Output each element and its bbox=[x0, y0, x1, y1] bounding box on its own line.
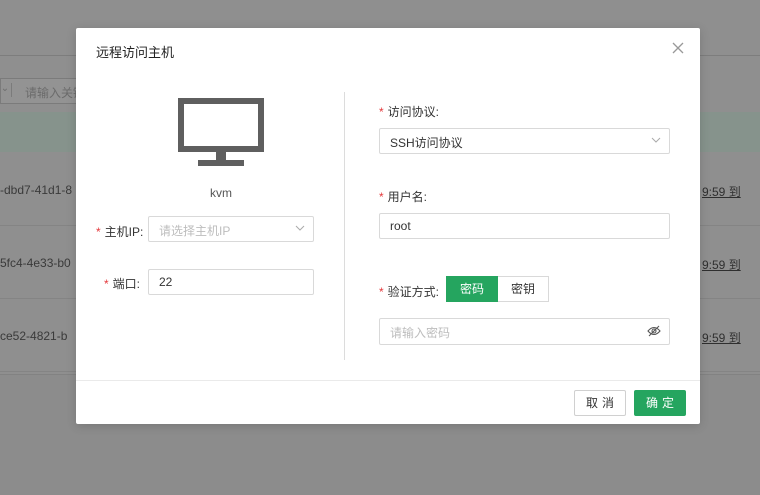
auth-method-toggle: 密码 密钥 bbox=[446, 276, 550, 302]
username-value: root bbox=[390, 219, 411, 233]
port-label: * 端口: bbox=[104, 277, 141, 291]
password-placeholder: 请输入密码 bbox=[390, 326, 451, 340]
row-time: 9:59 到 bbox=[702, 331, 741, 345]
close-icon[interactable] bbox=[670, 40, 686, 56]
remote-access-dialog: 远程访问主机 kvm * 主机IP: 请选择主机IP * 端口: 22 * 访问协议:… bbox=[76, 28, 700, 424]
column-divider bbox=[344, 92, 345, 360]
eye-off-icon[interactable] bbox=[647, 325, 661, 337]
row-id: 5fc4-4e33-b0 bbox=[0, 256, 71, 270]
cancel-button[interactable]: 取消 bbox=[574, 390, 626, 416]
dialog-title: 远程访问主机 bbox=[96, 45, 175, 60]
port-value: 22 bbox=[159, 275, 173, 289]
monitor-icon bbox=[178, 98, 264, 170]
footer-divider bbox=[76, 380, 700, 381]
chevron-down-icon: ⌄ bbox=[0, 83, 12, 97]
dialog-header: 远程访问主机 bbox=[76, 28, 700, 70]
required-mark: * bbox=[96, 225, 101, 239]
required-mark: * bbox=[379, 190, 384, 204]
row-id: -dbd7-41d1-8 bbox=[0, 183, 73, 197]
protocol-value: SSH访问协议 bbox=[390, 136, 463, 150]
chevron-down-icon bbox=[651, 134, 661, 144]
row-time: 9:59 到 bbox=[702, 185, 741, 199]
host-ip-placeholder: 请选择主机IP bbox=[159, 224, 231, 238]
required-mark: * bbox=[379, 285, 384, 299]
required-mark: * bbox=[104, 277, 109, 291]
host-name: kvm bbox=[210, 186, 232, 200]
auth-password-option[interactable]: 密码 bbox=[446, 276, 499, 302]
row-time: 9:59 到 bbox=[702, 258, 741, 272]
confirm-button[interactable]: 确定 bbox=[634, 390, 686, 416]
row-id: ce52-4821-b bbox=[0, 329, 68, 343]
password-input[interactable]: 请输入密码 bbox=[379, 318, 670, 345]
username-label: * 用户名: bbox=[379, 190, 428, 204]
port-input[interactable]: 22 bbox=[148, 269, 314, 295]
required-mark: * bbox=[379, 105, 384, 119]
host-ip-select[interactable]: 请选择主机IP bbox=[148, 216, 314, 242]
auth-method-label: * 验证方式: bbox=[379, 285, 440, 299]
protocol-select[interactable]: SSH访问协议 bbox=[379, 128, 670, 154]
username-input[interactable]: root bbox=[379, 213, 670, 239]
chevron-down-icon bbox=[295, 222, 305, 232]
host-ip-label: * 主机IP: bbox=[96, 225, 144, 239]
protocol-label: * 访问协议: bbox=[379, 105, 440, 119]
auth-key-option[interactable]: 密钥 bbox=[498, 276, 550, 302]
